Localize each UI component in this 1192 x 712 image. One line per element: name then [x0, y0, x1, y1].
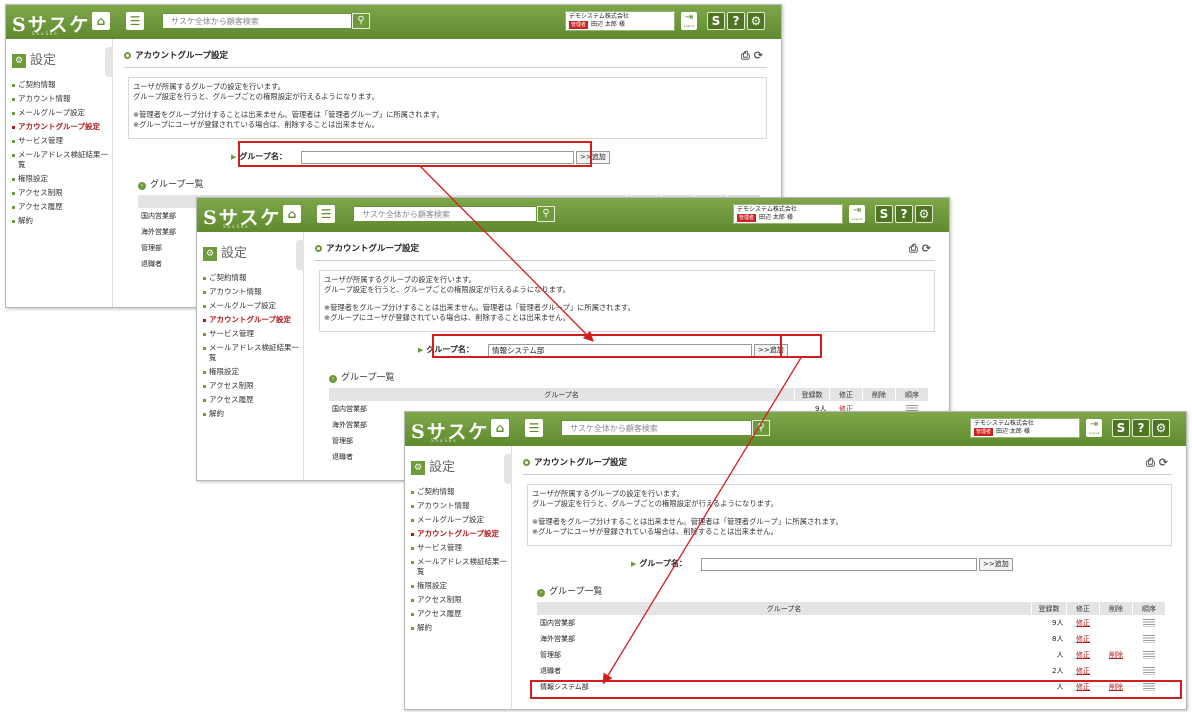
- arrow-input-to-filled: [419, 165, 594, 342]
- arrow-add-to-result: [602, 355, 803, 685]
- flow-arrows: [419, 165, 803, 685]
